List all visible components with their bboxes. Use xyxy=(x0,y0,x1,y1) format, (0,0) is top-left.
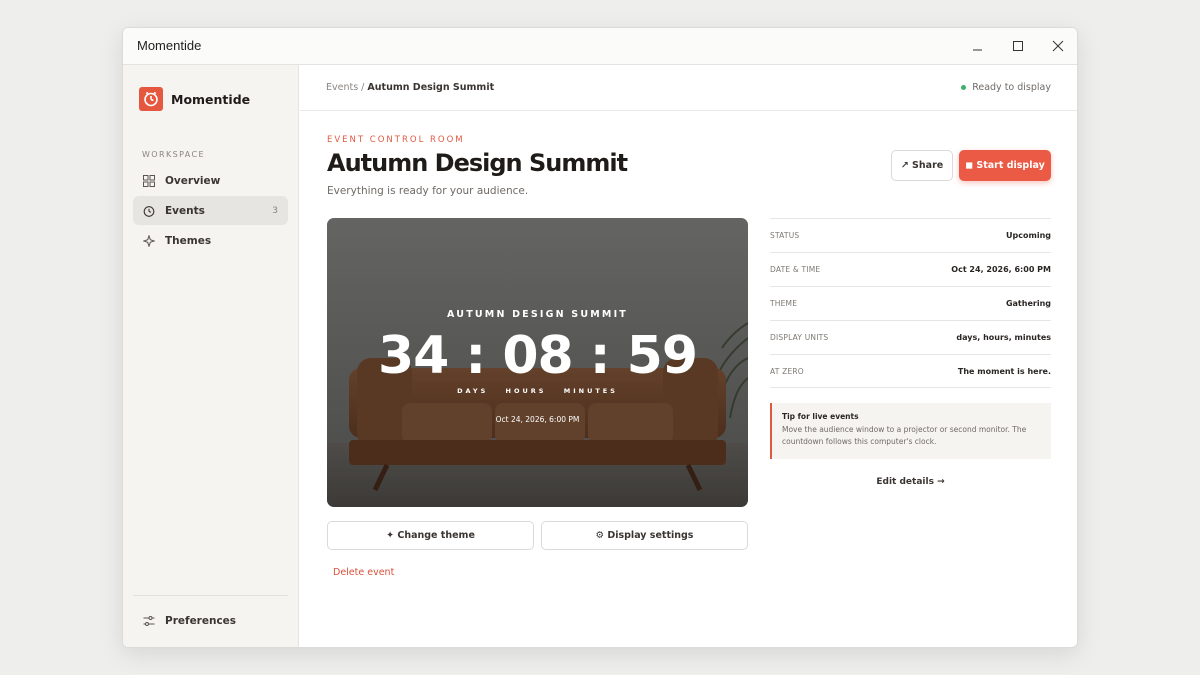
sidebar-item-events[interactable]: Events 3 xyxy=(133,196,288,225)
edit-details-link[interactable]: Edit details → xyxy=(770,477,1051,487)
preview-date: Oct 24, 2026, 6:00 PM xyxy=(495,415,580,424)
detail-row-theme: THEME Gathering xyxy=(770,286,1051,320)
sidebar-item-label: Overview xyxy=(165,174,221,187)
status-dot-icon xyxy=(961,85,967,90)
detail-row-display-units: DISPLAY UNITS days, hours, minutes xyxy=(770,320,1051,354)
close-icon[interactable] xyxy=(1049,37,1067,55)
share-button[interactable]: ↗ Share xyxy=(891,150,953,181)
breadcrumb: Events / Autumn Design Summit xyxy=(326,82,494,93)
clock-icon xyxy=(143,205,155,217)
minimize-icon[interactable] xyxy=(969,37,987,55)
detail-value: The moment is here. xyxy=(957,366,1051,376)
start-display-button[interactable]: ◼ Start display xyxy=(959,150,1051,181)
breadcrumb-parent-link[interactable]: Events / xyxy=(326,82,364,93)
unit-days-label: DAYS xyxy=(457,387,489,395)
sidebar-item-label: Events xyxy=(165,204,205,217)
detail-value: Upcoming xyxy=(1006,231,1051,240)
change-theme-button[interactable]: ✦ Change theme xyxy=(327,521,534,550)
detail-row-date-time: DATE & TIME Oct 24, 2026, 6:00 PM xyxy=(770,252,1051,286)
event-details-list: STATUS Upcoming DATE & TIME Oct 24, 2026… xyxy=(770,218,1051,388)
title-bar: Momentide xyxy=(123,28,1077,65)
app-window: Momentide Momentide WORKSPACE Overview E… xyxy=(122,27,1078,648)
page-title: Autumn Design Summit xyxy=(327,149,628,177)
preview-countdown: 34 : 08 : 59 xyxy=(377,326,698,386)
live-events-tip: Tip for live events Move the audience wi… xyxy=(770,403,1051,459)
tip-title: Tip for live events xyxy=(782,412,859,421)
sidebar-item-themes[interactable]: Themes xyxy=(133,226,288,255)
detail-key: THEME xyxy=(770,299,798,308)
grid-icon xyxy=(143,174,155,187)
detail-value: Oct 24, 2026, 6:00 PM xyxy=(951,265,1051,274)
detail-key: STATUS xyxy=(770,231,800,240)
preview-units: DAYS HOURS MINUTES xyxy=(327,387,748,395)
brand: Momentide xyxy=(139,87,250,111)
brand-name: Momentide xyxy=(171,91,251,107)
detail-row-at-zero: AT ZERO The moment is here. xyxy=(770,354,1051,388)
workspace-label: WORKSPACE xyxy=(142,150,205,159)
delete-event-link[interactable]: Delete event xyxy=(333,567,394,578)
top-bar: Events / Autumn Design Summit Ready to d… xyxy=(300,65,1077,111)
sidebar-divider xyxy=(133,595,288,596)
breadcrumb-current: Autumn Design Summit xyxy=(367,82,495,93)
display-settings-button[interactable]: ⚙ Display settings xyxy=(541,521,748,550)
unit-minutes-label: MINUTES xyxy=(563,387,618,395)
sidebar-item-label: Preferences xyxy=(165,614,237,627)
unit-hours-label: HOURS xyxy=(505,387,547,395)
countdown-preview: AUTUMN DESIGN SUMMIT 34 : 08 : 59 DAYS H… xyxy=(327,218,748,507)
preview-event-name: AUTUMN DESIGN SUMMIT xyxy=(447,309,628,320)
sidebar-item-preferences[interactable]: Preferences xyxy=(133,606,288,635)
sliders-icon xyxy=(143,615,155,627)
detail-key: DATE & TIME xyxy=(770,265,821,274)
sparkle-icon xyxy=(143,234,155,247)
ready-status: Ready to display xyxy=(961,82,1051,93)
detail-key: DISPLAY UNITS xyxy=(770,333,829,342)
eyebrow-label: EVENT CONTROL ROOM xyxy=(327,135,465,145)
sidebar-item-label: Themes xyxy=(165,234,212,247)
maximize-icon[interactable] xyxy=(1009,37,1027,55)
detail-value: Gathering xyxy=(1005,299,1051,308)
page-subtitle: Everything is ready for your audience. xyxy=(327,185,529,197)
detail-value: days, hours, minutes xyxy=(956,333,1051,342)
ready-status-label: Ready to display xyxy=(972,82,1051,93)
window-title: Momentide xyxy=(137,38,202,53)
sidebar-item-overview[interactable]: Overview xyxy=(133,166,288,195)
clock-logo-icon xyxy=(139,87,163,111)
tip-body: Move the audience window to a projector … xyxy=(782,425,1027,446)
sidebar: Momentide WORKSPACE Overview Events 3 Th… xyxy=(123,65,299,647)
detail-key: AT ZERO xyxy=(770,366,804,376)
detail-row-status: STATUS Upcoming xyxy=(770,218,1051,252)
events-count-badge: 3 xyxy=(272,205,278,216)
